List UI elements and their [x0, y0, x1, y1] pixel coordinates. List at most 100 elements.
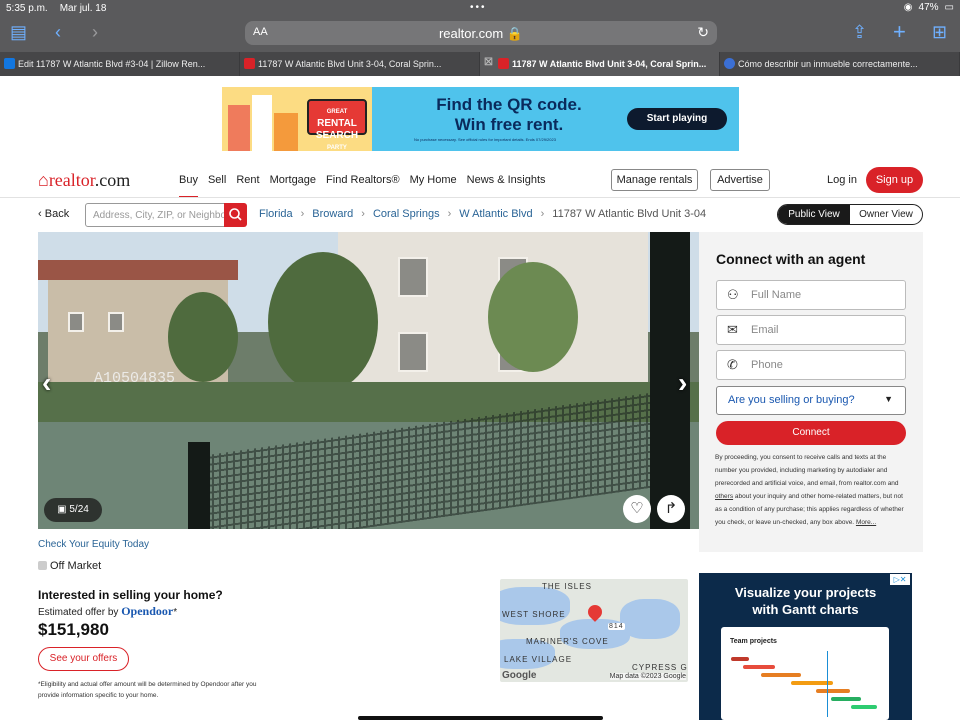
tab-realtor-1[interactable]: 11787 W Atlantic Blvd Unit 3-04, Coral S…: [240, 52, 480, 76]
breadcrumb-current: 11787 W Atlantic Blvd Unit 3-04: [552, 208, 707, 220]
zillow-favicon-icon: [4, 58, 15, 69]
ad-headline: Find the QR code. Win free rent.: [414, 95, 604, 135]
reload-icon[interactable]: ↻: [697, 24, 709, 41]
breadcrumb-coral-springs[interactable]: Coral Springs: [373, 208, 440, 220]
badge-line: RENTAL: [317, 118, 357, 129]
consent-disclaimer: By proceeding, you consent to receive ca…: [715, 451, 909, 529]
url-text[interactable]: realtor.com 🔒: [245, 26, 717, 42]
photo-count-badge[interactable]: ▣ 5/24: [44, 498, 102, 522]
equity-link[interactable]: Check Your Equity Today: [38, 539, 149, 550]
nav-rent[interactable]: Rent: [236, 174, 259, 198]
gantt-bar: [816, 689, 850, 693]
email-placeholder: Email: [751, 324, 779, 336]
view-toggle: Public View Owner View: [777, 204, 923, 225]
close-tab-icon[interactable]: ☒: [484, 57, 493, 68]
nav-buy[interactable]: Buy: [179, 174, 198, 198]
address-bar[interactable]: AA realtor.com 🔒 ↻: [245, 21, 717, 45]
badge-line: SEARCH: [315, 130, 359, 141]
listing-photo[interactable]: A10504835 ‹ › ▣ 5/24 ♡ ↱: [38, 232, 699, 529]
signup-button[interactable]: Sign up: [866, 167, 923, 193]
manage-rentals-button[interactable]: Manage rentals: [611, 169, 698, 191]
chevron-left-icon: ‹: [38, 208, 42, 220]
others-link[interactable]: others: [715, 493, 733, 500]
tab-zillow[interactable]: Edit 11787 W Atlantic Blvd #3-04 | Zillo…: [0, 52, 240, 76]
back-arrow-icon[interactable]: ‹: [55, 22, 61, 43]
breadcrumb-street[interactable]: W Atlantic Blvd: [459, 208, 532, 220]
breadcrumb-florida[interactable]: Florida: [259, 208, 293, 220]
search-input[interactable]: Address, City, ZIP, or Neighborhood: [85, 203, 225, 227]
full-name-field[interactable]: ⚇ Full Name: [716, 280, 906, 310]
see-offers-button[interactable]: See your offers: [38, 647, 129, 671]
previous-photo-icon[interactable]: ‹: [42, 367, 51, 399]
nav-mortgage[interactable]: Mortgage: [270, 174, 316, 198]
realtor-logo[interactable]: ⌂realtor.com: [38, 170, 130, 191]
nav-sell[interactable]: Sell: [208, 174, 226, 198]
back-link[interactable]: ‹ Back: [38, 208, 69, 220]
login-link[interactable]: Log in: [827, 174, 857, 186]
start-playing-button[interactable]: Start playing: [627, 108, 727, 130]
next-photo-icon[interactable]: ›: [678, 367, 687, 399]
gantt-bar: [731, 657, 749, 661]
side-ad-headline-line: with Gantt charts: [752, 602, 859, 617]
selling-buying-select[interactable]: Are you selling or buying? ▼: [716, 386, 906, 415]
owner-view-tab[interactable]: Owner View: [850, 205, 922, 224]
breadcrumb-broward[interactable]: Broward: [312, 208, 353, 220]
wifi-icon: ◉: [903, 2, 913, 13]
battery-icon: ▭: [944, 2, 954, 13]
share-icon[interactable]: ⇪: [852, 22, 867, 43]
tab-realtor-active[interactable]: ☒ 11787 W Atlantic Blvd Unit 3-04, Coral…: [480, 52, 720, 76]
home-indicator[interactable]: [358, 716, 603, 720]
new-tab-icon[interactable]: +: [893, 19, 906, 45]
gantt-ad[interactable]: ▷✕ Visualize your projects with Gantt ch…: [699, 573, 912, 720]
phone-placeholder: Phone: [751, 359, 783, 371]
more-link[interactable]: More...: [856, 519, 876, 526]
gantt-panel-title: Team projects: [730, 638, 777, 645]
logo-text: realtor: [48, 170, 95, 190]
nav-find-realtors[interactable]: Find Realtors®: [326, 174, 400, 198]
gantt-preview: Team projects: [721, 627, 889, 720]
advertise-button[interactable]: Advertise: [710, 169, 770, 191]
tab-label: 11787 W Atlantic Blvd Unit 3-04, Coral S…: [512, 59, 707, 69]
estimated-offer: Estimated offer by Opendoor*: [38, 604, 178, 618]
side-ad-headline: Visualize your projects with Gantt chart…: [699, 584, 912, 618]
search-button[interactable]: [224, 203, 247, 227]
save-favorite-button[interactable]: ♡: [623, 495, 651, 523]
article-favicon-icon: [724, 58, 735, 69]
email-field[interactable]: ✉ Email: [716, 315, 906, 345]
nav-news[interactable]: News & Insights: [467, 174, 546, 198]
house-logo-icon: ⌂: [38, 170, 49, 190]
tab-article[interactable]: Cómo describir un inmueble correctamente…: [720, 52, 960, 76]
map-label: MARINER'S COVE: [526, 637, 609, 646]
nav-my-home[interactable]: My Home: [410, 174, 457, 198]
photo-tree: [488, 262, 578, 372]
realtor-favicon-icon: [498, 58, 509, 69]
estimated-prefix: Estimated offer by: [38, 607, 119, 618]
road-shield: 814: [608, 623, 625, 630]
header-divider: [0, 197, 960, 198]
full-name-placeholder: Full Name: [751, 289, 802, 301]
tab-label: Cómo describir un inmueble correctamente…: [738, 59, 918, 69]
connect-button[interactable]: Connect: [716, 421, 906, 445]
map-label: WEST SHORE: [502, 610, 566, 619]
sidebar-icon[interactable]: ▤: [10, 22, 27, 43]
tab-overview-icon[interactable]: ⊞: [932, 22, 947, 43]
multitask-dots[interactable]: •••: [470, 2, 487, 13]
forward-arrow-icon[interactable]: ›: [92, 22, 98, 43]
breadcrumb: Florida › Broward › Coral Springs › W At…: [259, 208, 706, 220]
chevron-right-icon: ›: [447, 208, 452, 220]
share-listing-button[interactable]: ↱: [657, 495, 685, 523]
heart-icon: ♡: [630, 500, 644, 517]
tab-bar: Edit 11787 W Atlantic Blvd #3-04 | Zillo…: [0, 52, 960, 76]
ad-banner[interactable]: GREAT RENTAL SEARCH PARTY Find the QR co…: [222, 87, 739, 151]
map-water: [500, 587, 570, 625]
back-label: Back: [44, 208, 70, 220]
phone-icon: ✆: [727, 357, 738, 372]
connect-title: Connect with an agent: [716, 251, 866, 267]
share-arrow-icon: ↱: [664, 500, 678, 517]
chevron-right-icon: ›: [300, 208, 305, 220]
status-date: Mar jul. 18: [59, 2, 107, 14]
public-view-tab[interactable]: Public View: [778, 205, 850, 224]
phone-field[interactable]: ✆ Phone: [716, 350, 906, 380]
location-map[interactable]: THE ISLES WEST SHORE MARINER'S COVE LAKE…: [500, 579, 688, 682]
map-water: [620, 599, 680, 639]
